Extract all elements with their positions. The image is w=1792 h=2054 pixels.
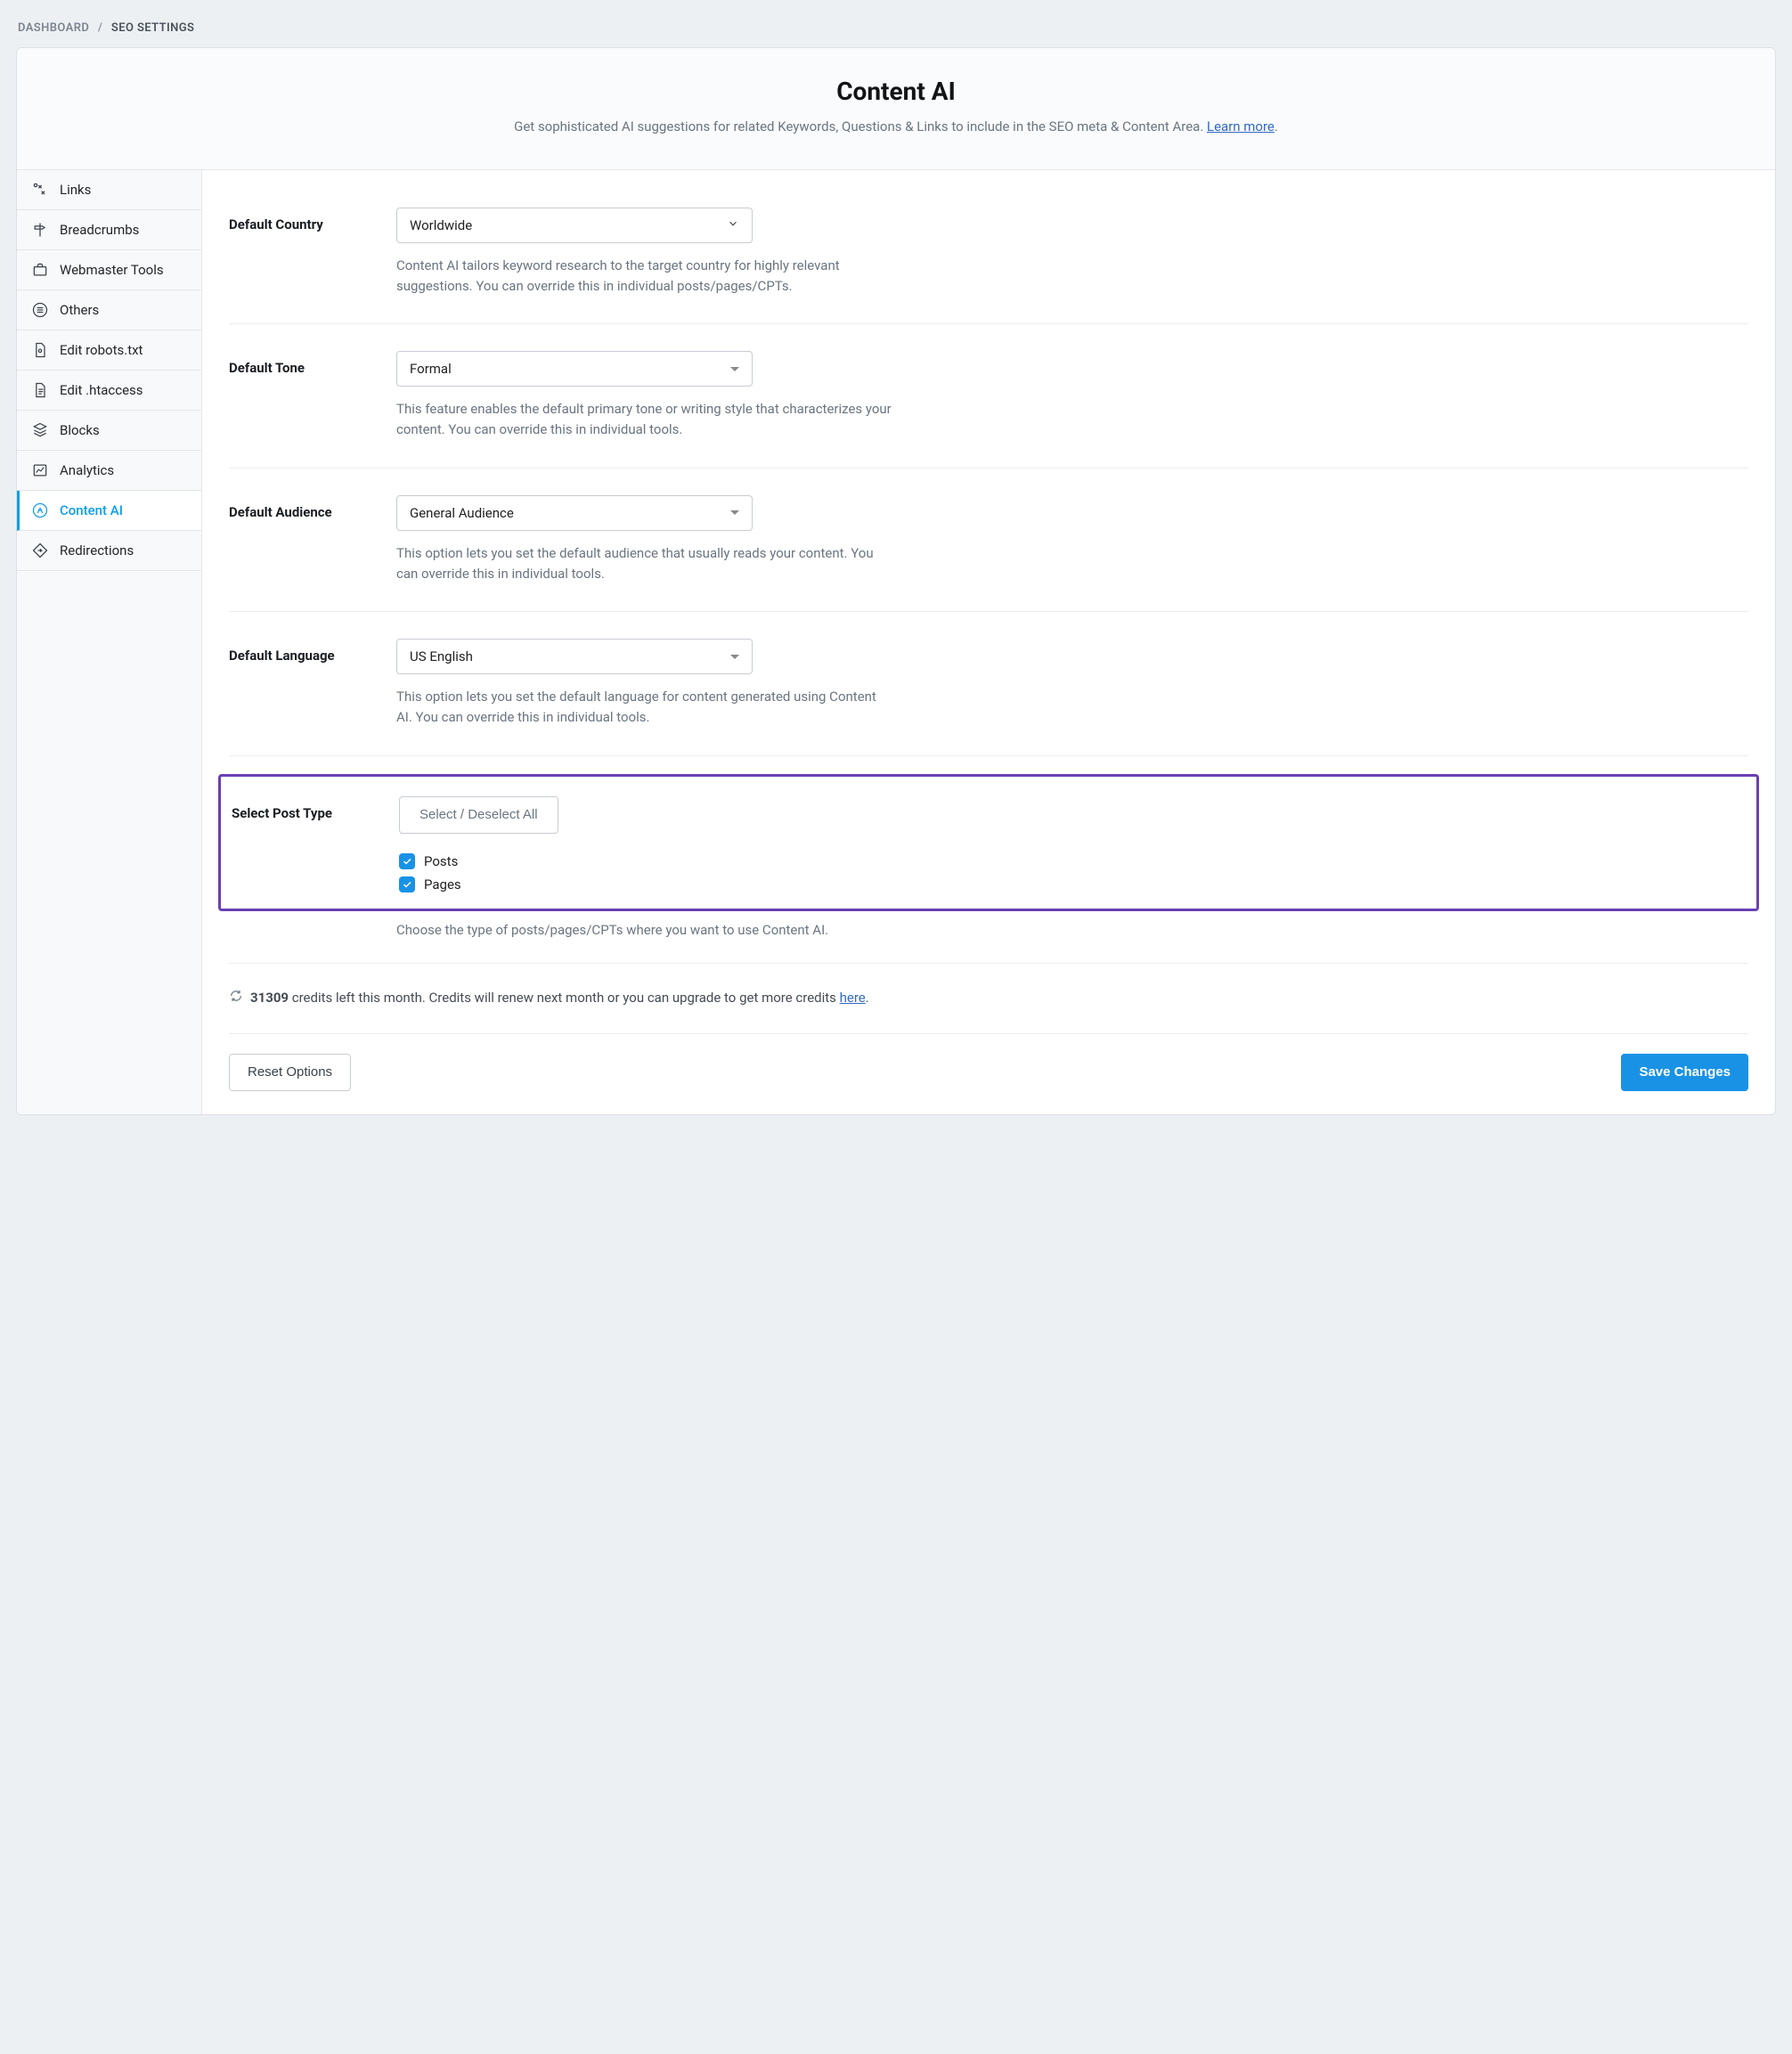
settings-panel: Content AI Get sophisticated AI suggesti…: [16, 47, 1776, 1115]
breadcrumb: DASHBOARD / SEO SETTINGS: [18, 21, 1776, 35]
sidebar-item-label: Breadcrumbs: [60, 222, 139, 238]
credits-count: 31309: [250, 990, 289, 1006]
page-title: Content AI: [53, 77, 1739, 106]
credits-text: credits left this month. Credits will re…: [289, 990, 840, 1006]
sidebar-item-label: Content AI: [60, 502, 123, 518]
help-default-audience: This option lets you set the default aud…: [396, 543, 895, 585]
sidebar-item-label: Analytics: [60, 462, 114, 478]
select-deselect-all-button[interactable]: Select / Deselect All: [399, 796, 558, 834]
sidebar-item-robots[interactable]: Edit robots.txt: [17, 330, 201, 371]
sidebar-item-webmaster[interactable]: Webmaster Tools: [17, 250, 201, 290]
label-default-country: Default Country: [229, 208, 375, 298]
panel-header: Content AI Get sophisticated AI suggesti…: [17, 48, 1775, 170]
label-default-language: Default Language: [229, 639, 375, 729]
checkbox-label-posts: Posts: [424, 853, 458, 869]
checkbox-pages[interactable]: [399, 876, 415, 893]
label-post-type: Select Post Type: [232, 796, 378, 893]
help-default-tone: This feature enables the default primary…: [396, 399, 895, 441]
post-type-highlight: Select Post Type Select / Deselect All P…: [218, 774, 1759, 911]
breadcrumb-sep: /: [98, 21, 102, 35]
sidebar-item-blocks[interactable]: Blocks: [17, 411, 201, 451]
sidebar-item-redirections[interactable]: Redirections: [17, 531, 201, 571]
field-post-type: Select Post Type Select / Deselect All P…: [232, 796, 1746, 893]
select-value: Formal: [410, 361, 452, 377]
select-value: General Audience: [410, 505, 514, 521]
settings-main: Default Country Worldwide Content AI tai…: [202, 170, 1775, 1114]
field-default-audience: Default Audience General Audience This o…: [229, 469, 1748, 613]
sidebar-item-content-ai[interactable]: Content AI: [17, 491, 201, 531]
label-default-audience: Default Audience: [229, 495, 375, 585]
help-post-type: Choose the type of posts/pages/CPTs wher…: [396, 922, 1748, 938]
breadcrumb-root[interactable]: DASHBOARD: [18, 21, 89, 35]
credits-upgrade-link[interactable]: here: [840, 990, 866, 1006]
caret-down-icon: [730, 510, 739, 515]
chart-icon: [31, 461, 49, 479]
file-robot-icon: [31, 341, 49, 359]
layers-icon: [31, 421, 49, 439]
learn-more-link[interactable]: Learn more: [1207, 118, 1275, 134]
caret-down-icon: [730, 367, 739, 371]
list-icon: [31, 301, 49, 319]
sidebar-item-label: Blocks: [60, 422, 100, 438]
sidebar-item-others[interactable]: Others: [17, 290, 201, 330]
sidebar: Links Breadcrumbs Webmaster Tools Others…: [17, 170, 202, 1114]
select-default-tone[interactable]: Formal: [396, 351, 753, 387]
signpost-icon: [31, 221, 49, 239]
help-default-country: Content AI tailors keyword research to t…: [396, 256, 895, 298]
select-value: US English: [410, 648, 473, 664]
sidebar-item-label: Edit robots.txt: [60, 342, 143, 358]
sidebar-item-label: Redirections: [60, 542, 134, 558]
sidebar-item-label: Links: [60, 182, 91, 198]
select-default-audience[interactable]: General Audience: [396, 495, 753, 531]
refresh-icon[interactable]: [229, 989, 243, 1007]
breadcrumb-current: SEO SETTINGS: [111, 21, 194, 35]
reset-options-button[interactable]: Reset Options: [229, 1054, 351, 1091]
caret-down-icon: [730, 655, 739, 659]
sidebar-item-label: Others: [60, 302, 99, 318]
checkbox-posts[interactable]: [399, 853, 415, 869]
page-subtitle: Get sophisticated AI suggestions for rel…: [53, 117, 1739, 137]
file-text-icon: [31, 381, 49, 399]
field-default-country: Default Country Worldwide Content AI tai…: [229, 197, 1748, 325]
help-default-language: This option lets you set the default lan…: [396, 687, 895, 729]
sidebar-item-breadcrumbs[interactable]: Breadcrumbs: [17, 210, 201, 250]
footer-actions: Reset Options Save Changes: [229, 1034, 1748, 1114]
label-default-tone: Default Tone: [229, 351, 375, 441]
ai-icon: [31, 501, 49, 519]
sidebar-item-analytics[interactable]: Analytics: [17, 451, 201, 491]
field-default-tone: Default Tone Formal This feature enables…: [229, 324, 1748, 469]
redirect-icon: [31, 542, 49, 559]
save-changes-button[interactable]: Save Changes: [1621, 1054, 1748, 1091]
links-icon: [31, 181, 49, 199]
sidebar-item-links[interactable]: Links: [17, 170, 201, 210]
subtitle-text: Get sophisticated AI suggestions for rel…: [514, 118, 1207, 134]
select-default-language[interactable]: US English: [396, 639, 753, 674]
sidebar-item-label: Edit .htaccess: [60, 382, 143, 398]
sidebar-item-htaccess[interactable]: Edit .htaccess: [17, 371, 201, 411]
checkbox-label-pages: Pages: [424, 876, 461, 893]
select-default-country[interactable]: Worldwide: [396, 208, 753, 243]
chevron-down-icon: [727, 217, 739, 233]
toolbox-icon: [31, 261, 49, 279]
select-value: Worldwide: [410, 217, 472, 233]
sidebar-item-label: Webmaster Tools: [60, 262, 164, 278]
field-default-language: Default Language US English This option …: [229, 612, 1748, 756]
credits-row: 31309 credits left this month. Credits w…: [229, 964, 1748, 1034]
